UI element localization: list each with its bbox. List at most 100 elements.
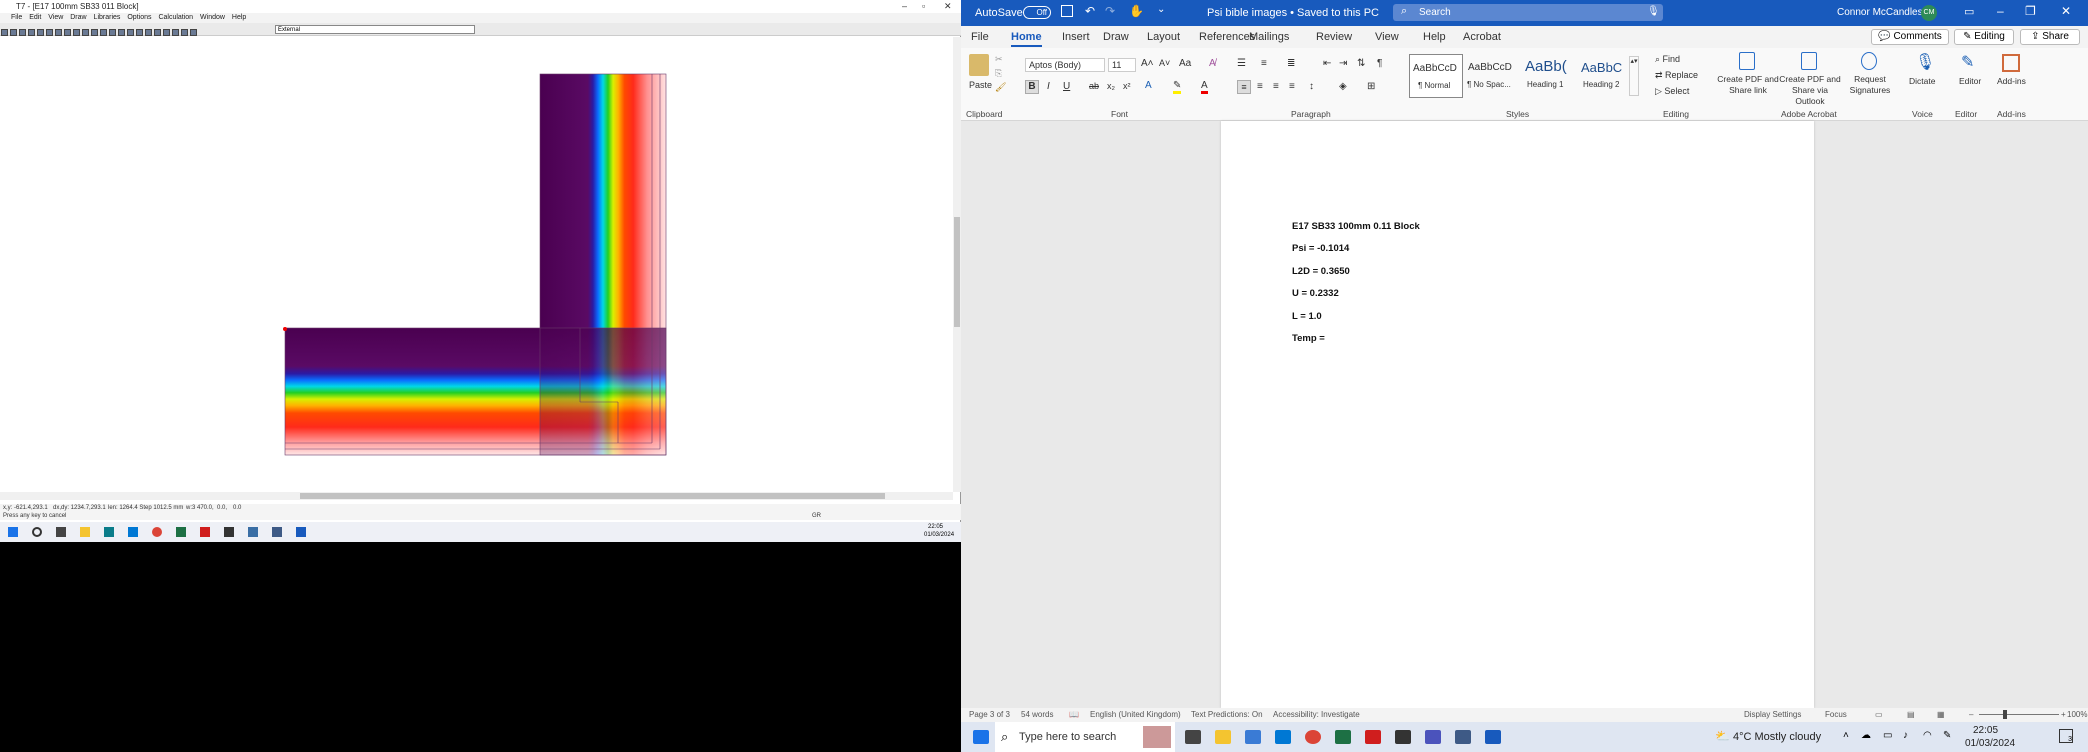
avatar[interactable]: CM xyxy=(1921,5,1937,21)
doc-length[interactable]: L = 1.0 xyxy=(1292,311,1322,322)
notifications-icon[interactable]: 3 xyxy=(2059,729,2073,743)
calculator-icon[interactable] xyxy=(272,527,282,537)
zoom-out-icon[interactable]: – xyxy=(1969,710,1973,719)
shading-icon[interactable]: ◈ xyxy=(1339,81,1347,92)
ribbon-display-icon[interactable]: ▭ xyxy=(1964,5,1974,18)
redo-icon[interactable]: ↷ xyxy=(1105,4,1115,18)
menu-draw[interactable]: Draw xyxy=(70,14,86,21)
doc-temp[interactable]: Temp = xyxy=(1292,333,1325,344)
document-area[interactable]: E17 SB33 100mm 0.11 Block Psi = -0.1014 … xyxy=(961,121,2088,708)
tab-file[interactable]: File xyxy=(971,31,989,43)
weather-icon[interactable]: ⛅ xyxy=(1715,729,1730,743)
numbering-icon[interactable]: ≡ xyxy=(1261,58,1267,69)
tab-home[interactable]: Home xyxy=(1011,31,1042,47)
chevron-up-icon[interactable]: ˄ xyxy=(1843,730,1849,741)
tab-insert[interactable]: Insert xyxy=(1062,31,1090,43)
start-icon[interactable] xyxy=(8,527,18,537)
polygon-icon[interactable] xyxy=(91,29,98,36)
material-icon[interactable] xyxy=(181,29,188,36)
zoom-slider-thumb[interactable] xyxy=(2003,710,2007,719)
calculator-icon[interactable] xyxy=(1455,730,1471,744)
multilevel-list-icon[interactable]: ≣ xyxy=(1287,58,1295,69)
subscript-button[interactable]: x₂ xyxy=(1107,81,1115,91)
align-left-button[interactable]: ≡ xyxy=(1237,80,1251,94)
acrobat-icon[interactable] xyxy=(1365,730,1381,744)
acrobat-icon[interactable] xyxy=(200,527,210,537)
app2-icon[interactable] xyxy=(248,527,258,537)
word-icon[interactable] xyxy=(296,527,306,537)
paste-label[interactable]: Paste xyxy=(969,80,992,90)
select-button[interactable]: ▷ Select xyxy=(1655,86,1689,97)
horizontal-scroll-thumb[interactable] xyxy=(300,493,885,499)
menu-view[interactable]: View xyxy=(48,14,63,21)
document-page[interactable]: E17 SB33 100mm 0.11 Block Psi = -0.1014 … xyxy=(1221,121,1814,708)
user-name[interactable]: Connor McCandless xyxy=(1837,7,1928,18)
bullets-icon[interactable]: ☰ xyxy=(1237,58,1246,69)
vertical-scroll-thumb[interactable] xyxy=(954,217,960,327)
pan-icon[interactable] xyxy=(109,29,116,36)
increase-indent-icon[interactable]: ⇥ xyxy=(1339,58,1347,69)
font-family-select[interactable]: Aptos (Body) xyxy=(1025,58,1105,72)
open-icon[interactable] xyxy=(10,29,17,36)
boundary-select[interactable]: External xyxy=(275,25,475,34)
display-settings[interactable]: Display Settings xyxy=(1744,710,1801,719)
fill-icon[interactable] xyxy=(190,29,197,36)
select-icon[interactable] xyxy=(73,29,80,36)
align-center-button[interactable]: ≡ xyxy=(1257,81,1263,92)
search-box[interactable]: ⌕ Search 🎙 xyxy=(1393,4,1663,21)
dictate-label[interactable]: Dictate xyxy=(1909,76,1935,86)
create-pdf-share-link[interactable]: Create PDF and Share link xyxy=(1717,74,1779,96)
proofing-icon[interactable]: 📖 xyxy=(1069,710,1079,719)
results-icon[interactable] xyxy=(136,29,143,36)
touch-mode-icon[interactable]: ✋ xyxy=(1129,4,1144,18)
clear-format-icon[interactable]: A̸ xyxy=(1209,58,1216,69)
status-predictions[interactable]: Text Predictions: On xyxy=(1191,710,1263,719)
zoom-icon[interactable] xyxy=(100,29,107,36)
zoom-slider[interactable] xyxy=(1979,714,2059,715)
taskbar-search[interactable]: ⌕ Type here to search xyxy=(995,722,1175,752)
tab-mailings[interactable]: Review xyxy=(1316,31,1352,43)
create-pdf-outlook[interactable]: Create PDF and Share via Outlook xyxy=(1777,74,1843,107)
therm-icon[interactable] xyxy=(224,527,234,537)
zoom-level[interactable]: 100% xyxy=(2067,710,2087,719)
paste-icon[interactable] xyxy=(969,54,989,76)
status-accessibility[interactable]: Accessibility: Investigate xyxy=(1273,710,1360,719)
decrease-indent-icon[interactable]: ⇤ xyxy=(1323,58,1331,69)
strikethrough-button[interactable]: ab xyxy=(1089,81,1099,91)
excel-icon[interactable] xyxy=(1335,730,1351,744)
menu-help[interactable]: Help xyxy=(232,14,246,21)
tab-help[interactable]: Acrobat xyxy=(1463,31,1501,43)
menu-window[interactable]: Window xyxy=(200,14,225,21)
close-button[interactable]: ✕ xyxy=(2061,4,2071,18)
doc-u-value[interactable]: U = 0.2332 xyxy=(1292,288,1339,299)
italic-button[interactable]: I xyxy=(1047,81,1050,92)
share-button[interactable]: ⇪ Share xyxy=(2020,29,2080,45)
grid-icon[interactable] xyxy=(172,29,179,36)
highlight-icon[interactable]: ✎ xyxy=(1173,80,1182,94)
cut-icon[interactable]: ✂ xyxy=(995,54,1003,65)
menu-calculation[interactable]: Calculation xyxy=(158,14,193,21)
editor-icon[interactable]: ✎ xyxy=(1961,52,1974,72)
close-button[interactable]: ✕ xyxy=(944,0,952,13)
task-view-icon[interactable] xyxy=(1185,730,1201,744)
align-right-button[interactable]: ≡ xyxy=(1273,81,1279,92)
chrome-icon[interactable] xyxy=(1305,730,1321,744)
font-size-select[interactable]: 11 xyxy=(1108,58,1136,72)
format-painter-icon[interactable]: 🖌 xyxy=(995,82,1006,93)
sort-icon[interactable]: ⇅ xyxy=(1357,58,1365,69)
calculate-icon[interactable] xyxy=(127,29,134,36)
style-no-spacing[interactable]: AaBbCcD ¶ No Spac... xyxy=(1465,54,1519,98)
show-marks-icon[interactable]: ¶ xyxy=(1377,58,1382,69)
rectangle-icon[interactable] xyxy=(82,29,89,36)
status-page[interactable]: Page 3 of 3 xyxy=(969,710,1010,719)
weather-text[interactable]: 4°C Mostly cloudy xyxy=(1733,731,1821,743)
excel-icon[interactable] xyxy=(176,527,186,537)
print-layout-icon[interactable]: ▤ xyxy=(1907,710,1915,719)
style-heading-2[interactable]: AaBbC Heading 2 xyxy=(1577,54,1631,98)
store-icon[interactable] xyxy=(1245,730,1261,744)
replace-button[interactable]: ⇄ Replace xyxy=(1655,70,1698,81)
style-normal[interactable]: AaBbCcD ¶ Normal xyxy=(1409,54,1463,98)
search-icon[interactable] xyxy=(32,527,42,537)
request-signatures-icon[interactable] xyxy=(1861,52,1877,70)
editor-label[interactable]: Editor xyxy=(1959,76,1981,86)
